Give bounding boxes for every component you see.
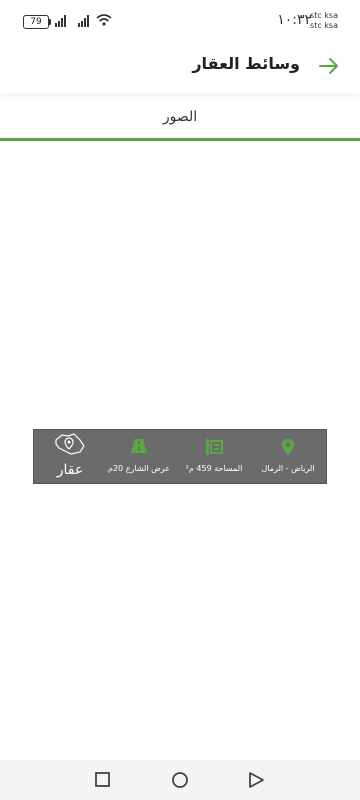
app-header: وسائط العقار [0, 40, 360, 94]
wifi-icon [96, 14, 112, 26]
logo-text: عقار [56, 462, 84, 478]
clock: ١٠:٣٢ [277, 12, 312, 28]
street-label: عرض الشارع 20م [108, 464, 170, 473]
aqar-logo-icon [55, 433, 85, 455]
location-item: الرياض - الرمال [250, 430, 326, 485]
tab-label: الصور [162, 109, 198, 125]
battery-icon: 79 [23, 15, 51, 29]
status-bar: 79 ١٠:٣٢ stc ksa stc ksa [0, 0, 360, 40]
signal-icon-2 [78, 14, 92, 27]
signal-icon-1 [55, 14, 69, 27]
home-icon[interactable] [171, 771, 189, 789]
road-icon [131, 439, 147, 453]
system-nav-bar [0, 760, 360, 800]
tab-photos[interactable]: الصور [0, 104, 360, 140]
page-title: وسائط العقار [192, 54, 300, 73]
location-label: الرياض - الرمال [261, 464, 315, 473]
recent-apps-icon[interactable] [94, 771, 112, 789]
location-pin-icon [282, 439, 294, 455]
aqar-logo: عقار [42, 430, 98, 485]
battery-level: 79 [30, 17, 42, 27]
property-info-card: الرياض - الرمال المساحة 459 م² عرض الشار… [33, 429, 327, 484]
tab-indicator [0, 138, 360, 141]
area-icon [206, 439, 223, 455]
back-icon[interactable] [247, 771, 265, 789]
area-item: المساحة 459 م² [180, 430, 248, 485]
street-item: عرض الشارع 20م [102, 430, 176, 485]
arrow-right-icon[interactable] [318, 55, 340, 77]
area-label: المساحة 459 م² [185, 464, 243, 473]
carrier-label: stc ksa stc ksa [310, 11, 338, 30]
